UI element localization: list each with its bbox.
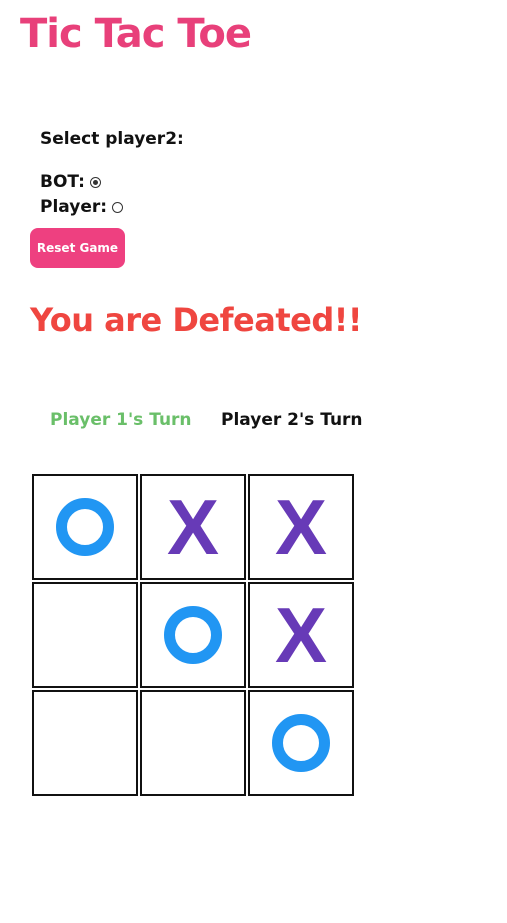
board-cell-2-1[interactable] (140, 690, 246, 796)
o-mark (56, 498, 114, 556)
reset-game-button[interactable]: Reset Game (30, 228, 125, 268)
board-cell-1-1[interactable] (140, 582, 246, 688)
result-message: You are Defeated!! (30, 301, 362, 339)
option-player[interactable]: Player: (40, 197, 124, 217)
option-bot-label: BOT: (40, 172, 85, 192)
bot-radio[interactable] (89, 176, 101, 188)
x-mark: X (274, 591, 328, 679)
x-mark: X (166, 483, 220, 571)
game-board: XXX (32, 474, 354, 796)
select-player2-label: Select player2: (40, 129, 184, 149)
player-radio[interactable] (112, 201, 124, 213)
board-cell-0-2[interactable]: X (248, 474, 354, 580)
x-mark: X (274, 483, 328, 571)
option-bot[interactable]: BOT: (40, 172, 101, 192)
o-mark (272, 714, 330, 772)
board-cell-2-2[interactable] (248, 690, 354, 796)
board-cell-2-0[interactable] (32, 690, 138, 796)
page-title: Tic Tac Toe (20, 11, 252, 57)
board-cell-0-1[interactable]: X (140, 474, 246, 580)
board-cell-1-0[interactable] (32, 582, 138, 688)
player2-turn-indicator: Player 2's Turn (221, 410, 363, 430)
player1-turn-indicator: Player 1's Turn (50, 410, 192, 430)
o-mark (164, 606, 222, 664)
board-cell-0-0[interactable] (32, 474, 138, 580)
game-page: Tic Tac Toe Select player2: BOT: Player:… (0, 0, 507, 923)
board-cell-1-2[interactable]: X (248, 582, 354, 688)
option-player-label: Player: (40, 197, 108, 217)
